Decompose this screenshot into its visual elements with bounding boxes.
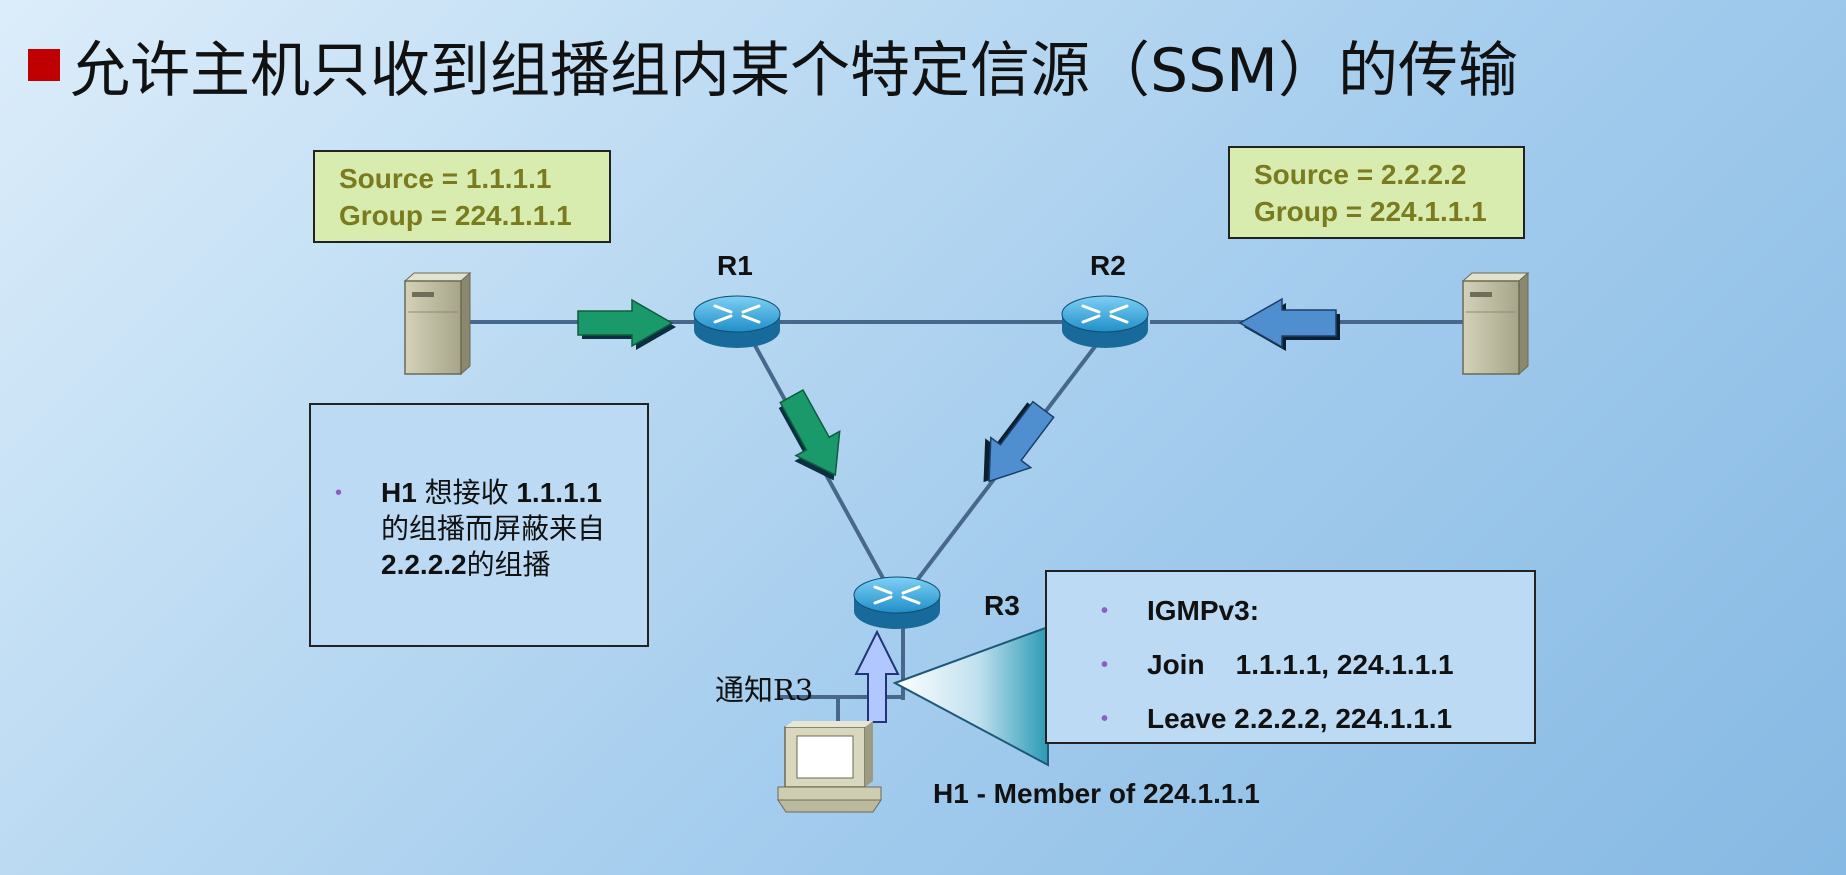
server-1-icon — [403, 271, 472, 376]
h1-intent-note-box: H1 想接收 1.1.1.1 的组播而屏蔽来自 2.2.2.2的组播 — [309, 403, 649, 647]
host-h1-computer-icon — [777, 721, 882, 813]
source1-info-box: Source = 1.1.1.1 Group = 224.1.1.1 — [313, 150, 611, 243]
router-r3-icon — [853, 576, 941, 629]
arrow-h1-to-r3 — [854, 629, 900, 723]
igmp-item-join: Join 1.1.1.1, 224.1.1.1 — [1101, 638, 1454, 692]
note-ip1: 1.1.1.1 — [516, 477, 602, 508]
igmpv3-list: IGMPv3: Join 1.1.1.1, 224.1.1.1 Leave 2.… — [1101, 584, 1454, 746]
igmp-report-cone — [892, 625, 1049, 767]
note-text-2: 的组播而屏蔽来自 — [381, 513, 606, 544]
note-h1: H1 — [381, 477, 417, 508]
notify-r3-label: 通知R3 — [715, 673, 814, 707]
igmpv3-message-box: IGMPv3: Join 1.1.1.1, 224.1.1.1 Leave 2.… — [1045, 570, 1536, 746]
arrow-r1-to-r3 — [778, 388, 841, 481]
source2-info-box: Source = 2.2.2.2 Group = 224.1.1.1 — [1228, 146, 1525, 239]
note-ip2: 2.2.2.2 — [381, 549, 467, 580]
network-diagram — [403, 271, 1530, 813]
igmp-item-leave: Leave 2.2.2.2, 224.1.1.1 — [1101, 692, 1454, 746]
h1-intent-list: H1 想接收 1.1.1.1 的组播而屏蔽来自 2.2.2.2的组播 — [335, 475, 606, 583]
note-text-1: 想接收 — [416, 477, 517, 508]
router-r1-icon — [693, 295, 781, 348]
server-2-icon — [1461, 271, 1530, 376]
source1-group-line: Group = 224.1.1.1 — [339, 200, 572, 231]
router-r2-icon — [1061, 295, 1149, 348]
router-r2-label: R2 — [1090, 250, 1126, 281]
source1-source-line: Source = 1.1.1.1 — [339, 163, 552, 194]
router-r1-label: R1 — [717, 250, 753, 281]
igmp-item-version: IGMPv3: — [1101, 584, 1454, 638]
source2-group-line: Group = 224.1.1.1 — [1254, 196, 1487, 227]
h1-intent-item: H1 想接收 1.1.1.1 的组播而屏蔽来自 2.2.2.2的组播 — [335, 475, 606, 583]
source2-source-line: Source = 2.2.2.2 — [1254, 159, 1467, 190]
arrow-server1-to-r1 — [577, 298, 676, 350]
router-r3-label: R3 — [984, 590, 1020, 621]
arrow-server2-to-r2 — [1238, 297, 1340, 351]
host-h1-label: H1 - Member of 224.1.1.1 — [933, 778, 1260, 809]
note-text-3: 的组播 — [466, 549, 551, 580]
